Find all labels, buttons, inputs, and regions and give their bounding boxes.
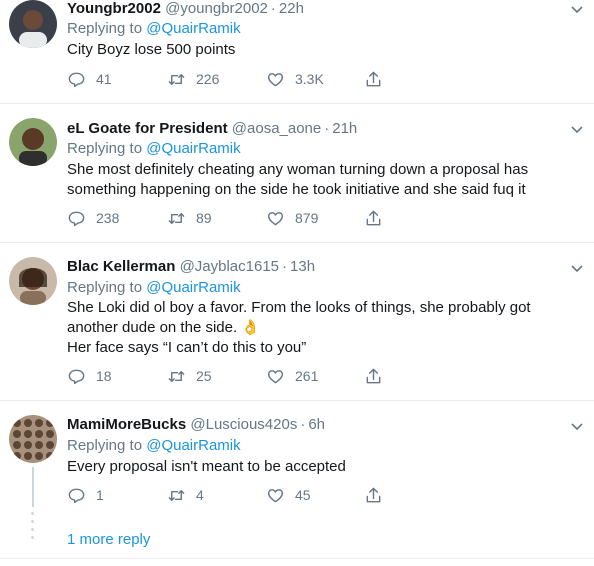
avatar[interactable] [9, 415, 57, 463]
reply-icon [68, 369, 85, 384]
replying-to: Replying to @QuairRamik [67, 20, 241, 37]
tweet-text: She most definitely cheating any woman t… [67, 160, 567, 200]
retweet-button[interactable]: 226 [167, 69, 219, 89]
tweet-actions: 238 89 879 [67, 208, 387, 228]
like-count: 3.3K [295, 71, 324, 87]
timestamp[interactable]: 6h [308, 416, 325, 433]
mention-link[interactable]: @QuairRamik [146, 279, 240, 296]
share-icon [366, 71, 381, 86]
reply-count: 18 [96, 368, 112, 384]
like-button[interactable]: 45 [266, 485, 311, 505]
tweet-2[interactable]: eL Goate for President @aosa_aone · 21h Re… [0, 104, 594, 242]
divider [0, 558, 594, 559]
like-icon [267, 211, 284, 225]
retweet-icon [168, 73, 185, 85]
tweet-text-line: City Boyz lose 500 points [67, 41, 236, 58]
replying-to: Replying to @QuairRamik [67, 437, 241, 454]
tweet-text-line: another dude on the side. 👌 [67, 319, 260, 336]
mention-link[interactable]: @QuairRamik [146, 20, 240, 37]
user-handle[interactable]: @Luscious420s [190, 416, 297, 433]
share-icon [366, 210, 381, 225]
like-count: 261 [295, 368, 319, 384]
tweet-actions: 41 226 3.3K [67, 69, 387, 89]
reply-button[interactable]: 41 [67, 69, 112, 89]
tweet-text: City Boyz lose 500 points [67, 40, 567, 60]
share-button[interactable] [364, 485, 393, 505]
reply-count: 238 [96, 210, 120, 226]
retweet-button[interactable]: 4 [167, 485, 204, 505]
thread-line [32, 467, 34, 507]
like-button[interactable]: 3.3K [266, 69, 324, 89]
retweet-button[interactable]: 89 [167, 208, 212, 228]
retweet-count: 4 [196, 487, 204, 503]
chevron-down-icon[interactable] [570, 261, 584, 275]
avatar[interactable] [9, 118, 57, 166]
share-button[interactable] [364, 69, 393, 89]
like-button[interactable]: 879 [266, 208, 318, 228]
avatar[interactable] [9, 257, 57, 305]
thread-dots [31, 512, 35, 544]
reply-count: 41 [96, 71, 112, 87]
display-name[interactable]: eL Goate for President [67, 120, 228, 137]
like-count: 879 [295, 210, 319, 226]
display-name[interactable]: Blac Kellerman [67, 258, 175, 275]
tweet-text: Every proposal isn't meant to be accepte… [67, 457, 567, 477]
tweet-text-line: Her face says “I can’t do this to you” [67, 339, 307, 356]
tweet-header: Blac Kellerman @Jayblac1615 · 13h [67, 258, 316, 275]
like-icon [267, 369, 284, 383]
avatar[interactable] [9, 0, 57, 48]
retweet-count: 226 [196, 71, 220, 87]
retweet-count: 25 [196, 368, 212, 384]
tweet-3[interactable]: Blac Kellerman @Jayblac1615 · 13h Replying… [0, 243, 594, 400]
replying-to: Replying to @QuairRamik [67, 279, 241, 296]
retweet-count: 89 [196, 210, 212, 226]
tweet-header: eL Goate for President @aosa_aone · 21h [67, 120, 358, 137]
reply-icon [68, 72, 85, 87]
tweet-4[interactable]: MamiMoreBucks @Luscious420s · 6h Replying … [0, 401, 594, 507]
tweet-text-line: She most definitely cheating any woman t… [67, 161, 529, 178]
share-button[interactable] [364, 366, 393, 386]
chevron-down-icon[interactable] [570, 2, 584, 16]
display-name[interactable]: Youngbr2002 [67, 0, 161, 17]
user-handle[interactable]: @Jayblac1615 [180, 258, 279, 275]
like-button[interactable]: 261 [266, 366, 318, 386]
share-icon [366, 487, 381, 502]
tweet-header: Youngbr2002 @youngbr2002 · 22h [67, 0, 304, 17]
tweet-text: She Loki did ol boy a favor. From the lo… [67, 298, 567, 358]
tweet-1[interactable]: Youngbr2002 @youngbr2002 · 22h Replying to… [0, 0, 594, 103]
reply-icon [68, 211, 85, 226]
user-handle[interactable]: @youngbr2002 [165, 0, 268, 17]
timestamp[interactable]: 21h [332, 120, 357, 137]
chevron-down-icon[interactable] [570, 122, 584, 136]
retweet-button[interactable]: 25 [167, 366, 212, 386]
reply-count: 1 [96, 487, 104, 503]
tweet-text-line: Every proposal isn't meant to be accepte… [67, 458, 346, 475]
mention-link[interactable]: @QuairRamik [146, 437, 240, 454]
tweet-header: MamiMoreBucks @Luscious420s · 6h [67, 416, 326, 433]
tweet-actions: 1 4 45 [67, 485, 387, 505]
reply-icon [68, 488, 85, 503]
user-handle[interactable]: @aosa_aone [232, 120, 321, 137]
tweet-text-line: She Loki did ol boy a favor. From the lo… [67, 299, 531, 316]
tweet-actions: 18 25 261 [67, 366, 387, 386]
tweet-text-line: something happening on the side he took … [67, 181, 526, 198]
retweet-icon [168, 370, 185, 382]
share-button[interactable] [364, 208, 393, 228]
display-name[interactable]: MamiMoreBucks [67, 416, 186, 433]
reply-button[interactable]: 18 [67, 366, 112, 386]
retweet-icon [168, 212, 185, 224]
replying-to: Replying to @QuairRamik [67, 140, 241, 157]
timestamp[interactable]: 22h [279, 0, 304, 17]
retweet-icon [168, 489, 185, 501]
chevron-down-icon[interactable] [570, 419, 584, 433]
timestamp[interactable]: 13h [290, 258, 315, 275]
like-count: 45 [295, 487, 311, 503]
like-icon [267, 72, 284, 86]
mention-link[interactable]: @QuairRamik [146, 140, 240, 157]
more-replies-link[interactable]: 1 more reply [67, 531, 150, 548]
reply-button[interactable]: 1 [67, 485, 104, 505]
reply-button[interactable]: 238 [67, 208, 119, 228]
like-icon [267, 488, 284, 502]
share-icon [366, 368, 381, 383]
